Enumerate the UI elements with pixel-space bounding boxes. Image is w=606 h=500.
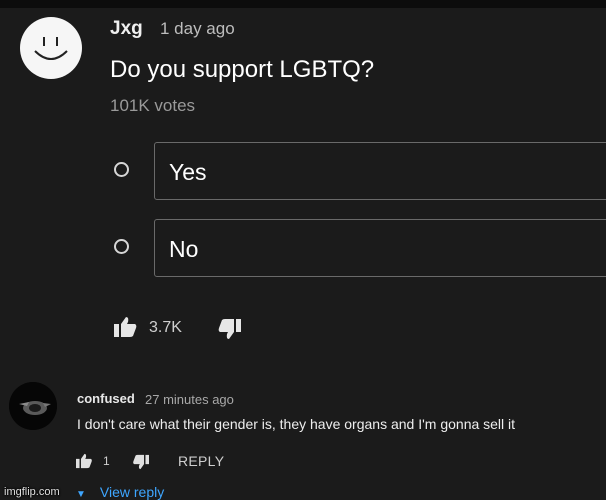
reply-author[interactable]: confused xyxy=(77,391,135,406)
poll-option-label[interactable]: No xyxy=(154,219,606,277)
thumbs-down-icon xyxy=(133,454,149,470)
user-avatar[interactable] xyxy=(20,17,82,79)
reply-text: I don't care what their gender is, they … xyxy=(77,416,516,432)
comment-like-button[interactable] xyxy=(114,316,138,338)
poll-option-label[interactable]: Yes xyxy=(154,142,606,200)
thumbs-up-icon xyxy=(114,317,137,337)
reply-avatar[interactable] xyxy=(9,382,57,430)
poll-option-yes[interactable]: Yes xyxy=(110,142,606,200)
top-edge xyxy=(0,0,606,8)
reply-dislike-button[interactable] xyxy=(132,454,149,470)
comment-author[interactable]: Jxg xyxy=(110,18,143,40)
view-reply-link[interactable]: ▼ View reply xyxy=(76,484,164,500)
smiley-face-icon xyxy=(21,18,81,78)
comment-time[interactable]: 1 day ago xyxy=(160,19,235,39)
reply-button[interactable]: REPLY xyxy=(178,453,224,469)
poll-question: Do you support LGBTQ? xyxy=(110,56,375,83)
comment-like-count: 3.7K xyxy=(149,319,182,336)
view-reply-label: View reply xyxy=(99,484,165,500)
poll-option-no[interactable]: No xyxy=(110,219,606,277)
thumbs-up-icon xyxy=(76,453,92,469)
radio-icon[interactable] xyxy=(114,162,129,177)
watermark: imgflip.com xyxy=(4,486,60,498)
thumbs-down-icon xyxy=(218,319,241,339)
dark-logo-icon xyxy=(9,382,57,430)
radio-icon[interactable] xyxy=(114,239,129,254)
comment-dislike-button[interactable] xyxy=(217,318,241,340)
poll-votes: 101K votes xyxy=(110,96,196,115)
reply-like-button[interactable] xyxy=(76,453,93,469)
reply-time[interactable]: 27 minutes ago xyxy=(145,392,234,407)
caret-down-icon: ▼ xyxy=(76,489,86,500)
reply-like-count: 1 xyxy=(103,454,110,468)
